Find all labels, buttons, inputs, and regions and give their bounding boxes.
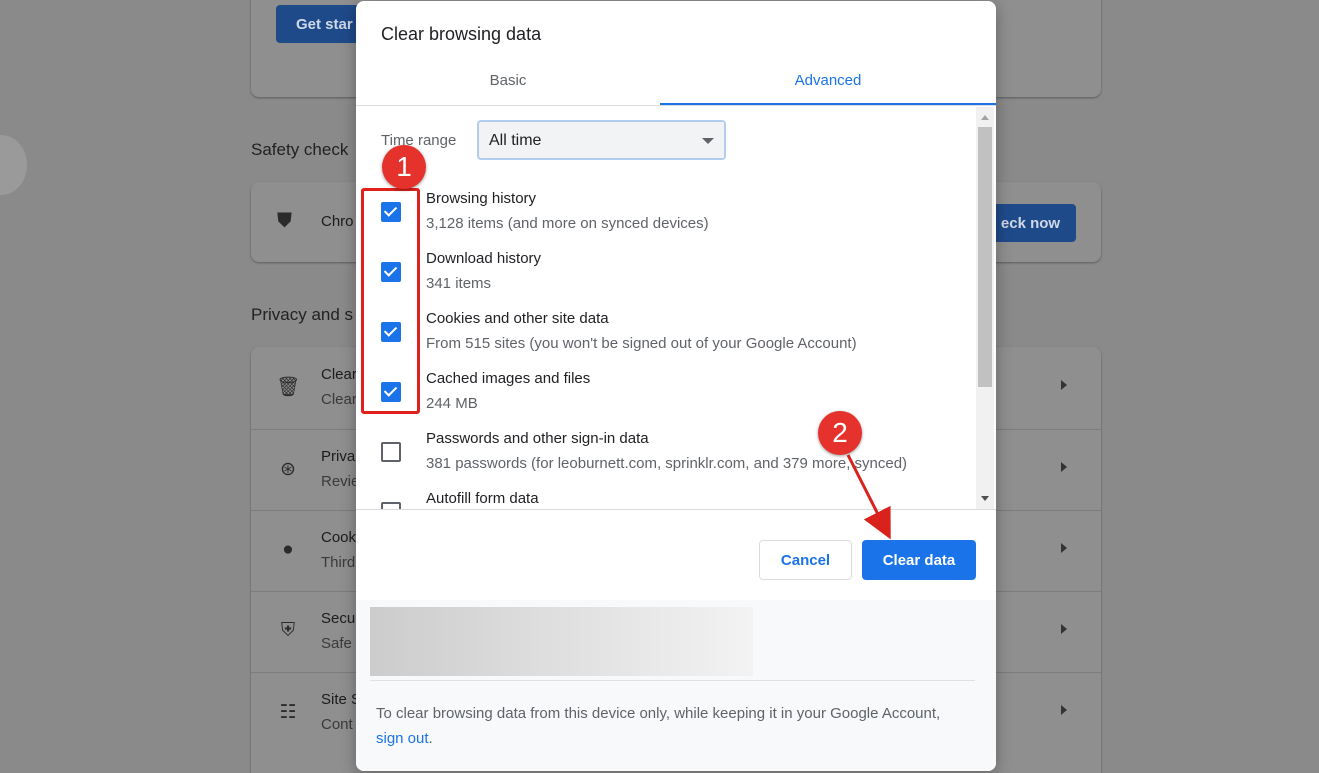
step-2-arrow: [846, 454, 891, 540]
step-2-badge: 2: [818, 411, 862, 455]
